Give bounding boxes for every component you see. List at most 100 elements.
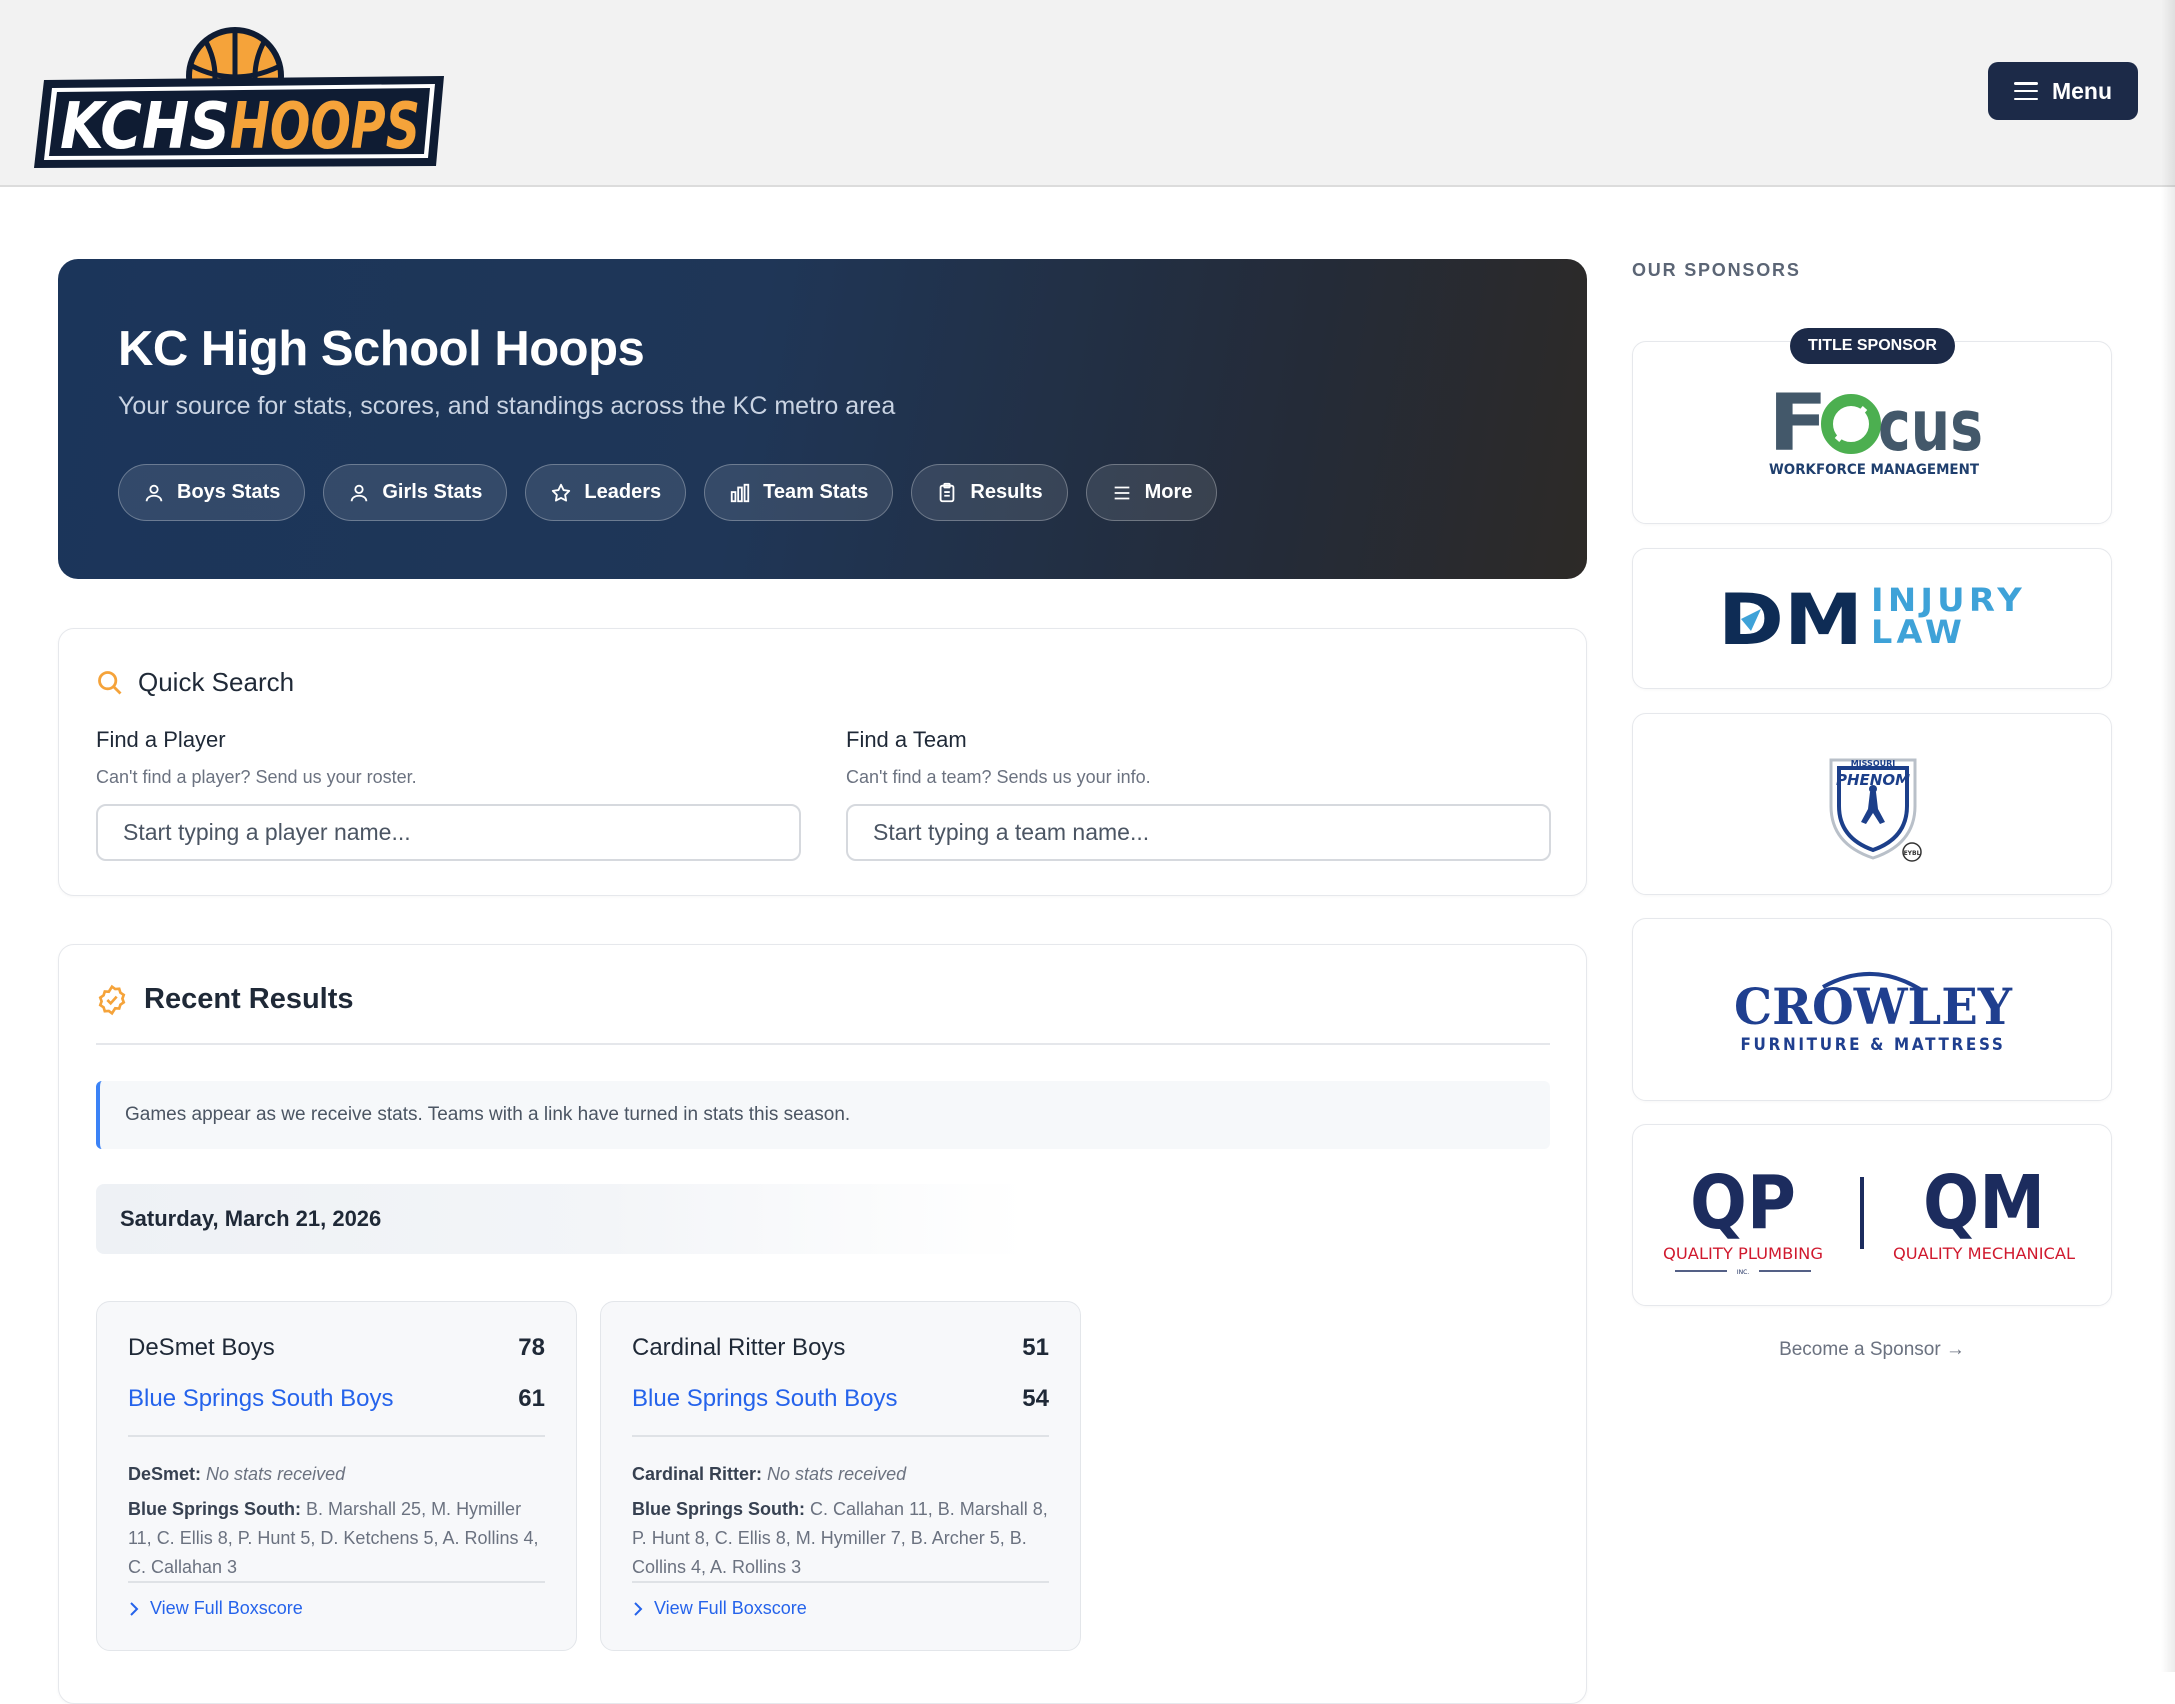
away-stats-line: Blue Springs South: B. Marshall 25, M. H…	[128, 1495, 545, 1582]
page-edge-shadow	[2161, 0, 2175, 1672]
stats-team-label: Blue Springs South:	[632, 1499, 805, 1519]
away-stats-line: Blue Springs South: C. Callahan 11, B. M…	[632, 1495, 1049, 1582]
info-notice: Games appear as we receive stats. Teams …	[96, 1081, 1550, 1149]
find-team-hint: Can't find a team? Sends us your info.	[846, 767, 1151, 787]
dm-injury-law-logo: DM INJURY LAW	[1718, 579, 2022, 661]
chevron-right-icon	[130, 1601, 139, 1616]
hero-nav: Boys Stats Girls Stats Leaders Team Stat…	[118, 464, 1218, 521]
view-boxscore-label: View Full Boxscore	[150, 1598, 303, 1618]
quick-search-heading: Quick Search	[96, 667, 294, 698]
team-name: Cardinal Ritter Boys	[632, 1334, 846, 1361]
hamburger-icon	[2013, 82, 2038, 100]
title-sponsor-badge: TITLE SPONSOR	[1790, 328, 1955, 364]
team-score: 51	[1022, 1334, 1049, 1361]
svg-text:cus: cus	[1878, 385, 1983, 467]
view-boxscore-label: View Full Boxscore	[654, 1598, 807, 1618]
svg-text:KCHS: KCHS	[60, 90, 230, 164]
svg-text:INC.: INC.	[1737, 1269, 1749, 1276]
game-stats: DeSmet: No stats received Blue Springs S…	[128, 1460, 545, 1582]
svg-text:HOOPS: HOOPS	[230, 90, 420, 164]
stats-text: No stats received	[767, 1464, 907, 1484]
site-logo[interactable]: KCHS HOOPS	[30, 18, 450, 168]
game-card: DeSmet Boys 78 Blue Springs South Boys 6…	[96, 1301, 577, 1651]
home-stats-line: Cardinal Ritter: No stats received	[632, 1460, 1049, 1489]
team-name: DeSmet Boys	[128, 1334, 275, 1361]
nav-more[interactable]: More	[1085, 464, 1218, 521]
svg-text:QUALITY PLUMBING: QUALITY PLUMBING	[1663, 1244, 1823, 1263]
game-team-row: DeSmet Boys 78	[128, 1334, 545, 1362]
svg-text:LAW: LAW	[1871, 613, 1966, 651]
nav-results-label: Results	[970, 481, 1043, 503]
game-card: Cardinal Ritter Boys 51 Blue Springs Sou…	[600, 1301, 1081, 1651]
svg-text:QUALITY MECHANICAL: QUALITY MECHANICAL	[1893, 1244, 2075, 1263]
nav-team-stats[interactable]: Team Stats	[704, 464, 894, 521]
sponsor-quality-plumbing-mechanical[interactable]: QP QUALITY PLUMBING INC. QM QUALITY MECH…	[1632, 1124, 2112, 1306]
team-score: 61	[518, 1385, 545, 1412]
nav-leaders-label: Leaders	[584, 481, 662, 503]
nav-leaders[interactable]: Leaders	[525, 464, 687, 521]
find-team-section: Find a Team Can't find a team? Sends us …	[846, 727, 1551, 861]
sponsor-dm-injury-law[interactable]: DM INJURY LAW	[1632, 548, 2112, 689]
focus-logo: F cus WORKFORCE MANAGEMENT	[1768, 379, 1983, 478]
date-header: Saturday, March 21, 2026	[96, 1184, 1026, 1254]
sponsor-crowley[interactable]: CROWLEY FURNITURE & MATTRESS	[1632, 918, 2112, 1101]
nav-more-label: More	[1144, 481, 1193, 503]
menu-label: Menu	[2051, 77, 2113, 104]
team-search-input[interactable]	[846, 804, 1551, 861]
become-sponsor-link[interactable]: Become a Sponsor →	[1632, 1339, 2112, 1361]
quick-search-title: Quick Search	[138, 667, 295, 697]
hero-banner: KC High School Hoops Your source for sta…	[58, 259, 1587, 579]
view-boxscore-link[interactable]: View Full Boxscore	[128, 1598, 303, 1619]
user-icon	[351, 484, 368, 501]
game-stats: Cardinal Ritter: No stats received Blue …	[632, 1460, 1049, 1582]
recent-results-title: Recent Results	[144, 983, 354, 1015]
nav-girls-stats[interactable]: Girls Stats	[323, 464, 508, 521]
menu-button[interactable]: Menu	[1988, 62, 2138, 120]
focus-o-icon	[1821, 394, 1881, 454]
quick-search-card: Quick Search Find a Player Can't find a …	[58, 628, 1587, 896]
game-team-row: Blue Springs South Boys 54	[632, 1385, 1049, 1413]
game-team-row: Cardinal Ritter Boys 51	[632, 1334, 1049, 1362]
svg-text:F: F	[1768, 379, 1828, 469]
svg-text:QM: QM	[1923, 1160, 2045, 1246]
user-icon	[145, 484, 163, 501]
svg-text:MISSOURI: MISSOURI	[1851, 759, 1896, 768]
nav-girls-stats-label: Girls Stats	[382, 481, 483, 503]
site-header: KCHS HOOPS Menu	[0, 0, 2175, 187]
recent-results-heading: Recent Results	[96, 983, 354, 1016]
team-link[interactable]: Blue Springs South Boys	[128, 1385, 394, 1413]
stats-team-label: DeSmet:	[128, 1464, 202, 1484]
divider	[128, 1581, 545, 1583]
svg-text:CROWLEY: CROWLEY	[1734, 977, 2013, 1036]
player-search-input[interactable]	[96, 804, 801, 861]
star-icon	[552, 483, 571, 502]
clipboard-icon	[940, 482, 955, 502]
sponsor-missouri-phenom[interactable]: MISSOURI PHENOM EYBL	[1632, 713, 2112, 895]
nav-results[interactable]: Results	[911, 464, 1068, 521]
search-icon	[98, 670, 122, 694]
svg-text:QP: QP	[1690, 1160, 1796, 1246]
crowley-logo: CROWLEY FURNITURE & MATTRESS	[1734, 971, 2013, 1055]
divider	[632, 1581, 1049, 1583]
find-player-label: Find a Player	[96, 727, 226, 752]
nav-boys-stats[interactable]: Boys Stats	[118, 464, 306, 521]
divider	[96, 1043, 1550, 1045]
stats-text: No stats received	[206, 1464, 346, 1484]
svg-text:DM: DM	[1718, 579, 1863, 661]
sponsors-heading: OUR SPONSORS	[1632, 260, 1801, 280]
divider	[632, 1435, 1049, 1437]
nav-team-stats-label: Team Stats	[763, 481, 869, 503]
sponsor-focus[interactable]: TITLE SPONSOR F cus WORKFORCE MANAGEMENT	[1632, 328, 2112, 524]
hero-title: KC High School Hoops	[118, 322, 645, 376]
find-team-label: Find a Team	[846, 727, 967, 752]
verified-badge-icon	[98, 984, 126, 1015]
team-score: 54	[1022, 1385, 1049, 1412]
stats-team-label: Blue Springs South:	[128, 1499, 301, 1519]
recent-results-card: Recent Results Games appear as we receiv…	[58, 944, 1587, 1704]
team-link[interactable]: Blue Springs South Boys	[632, 1385, 898, 1413]
stats-team-label: Cardinal Ritter:	[632, 1464, 763, 1484]
home-stats-line: DeSmet: No stats received	[128, 1460, 545, 1489]
svg-text:EYBL: EYBL	[1904, 850, 1921, 857]
view-boxscore-link[interactable]: View Full Boxscore	[632, 1598, 807, 1619]
menu-icon	[1114, 486, 1129, 499]
